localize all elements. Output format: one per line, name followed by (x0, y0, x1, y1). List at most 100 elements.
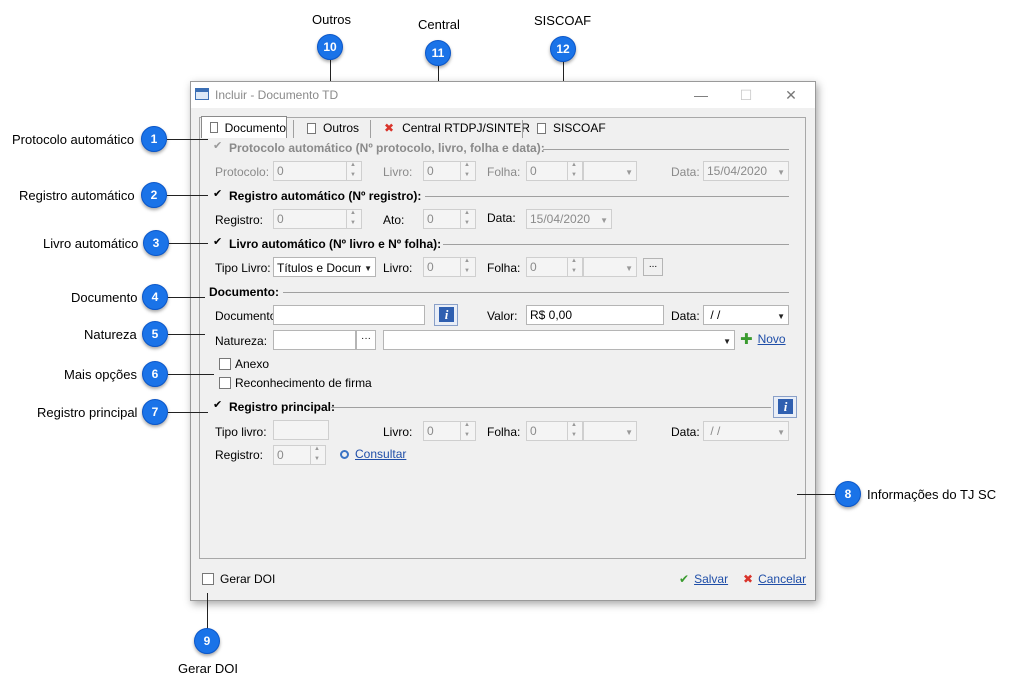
principal-livro-label: Livro: (383, 425, 413, 439)
livro-more-button[interactable]: ... (643, 258, 663, 276)
principal-registro-input[interactable]: 0 (273, 445, 311, 465)
tab-siscoaf[interactable]: SISCOAF (537, 117, 606, 139)
natureza-search-button[interactable]: ··· (356, 330, 376, 350)
protocolo-livro-label: Livro: (383, 165, 413, 179)
registro-spinner[interactable] (347, 209, 362, 229)
protocolo-section[interactable]: Protocolo automático (Nº protocolo, livr… (213, 139, 545, 155)
principal-folha-dropdown[interactable]: ▼ (583, 421, 637, 441)
livro-auto-folha-spinner[interactable] (568, 257, 583, 277)
reconhecimento-option[interactable]: Reconhecimento de firma (219, 376, 372, 390)
tipo-livro-value: Títulos e Docume (277, 261, 361, 275)
callout-label-9: Gerar DOI (178, 661, 238, 676)
principal-data-picker[interactable]: / / ▼ (703, 421, 789, 441)
ato-input[interactable]: 0 (423, 209, 461, 229)
tipo-livro-label: Tipo Livro: (215, 261, 271, 275)
documento-input[interactable] (273, 305, 425, 325)
documento-info-button[interactable]: i (434, 304, 458, 326)
protocolo-spinner[interactable] (347, 161, 362, 181)
livro-auto-checkbox[interactable] (213, 235, 225, 250)
livro-auto-section[interactable]: Livro automático (Nº livro e Nº folha): (213, 235, 441, 251)
document-icon (537, 122, 546, 134)
cancelar-button[interactable]: ✖ Cancelar (743, 572, 806, 586)
tab-outros[interactable]: Outros (307, 117, 359, 139)
tipo-livro-select[interactable]: Títulos e Docume▼ (273, 257, 376, 277)
search-icon (340, 449, 349, 459)
maximize-button[interactable]: ☐ (736, 86, 756, 104)
protocolo-data-value: 15/04/2020 (707, 164, 768, 178)
protocolo-folha-dropdown[interactable]: ▼ (583, 161, 637, 181)
tab-central-label: Central RTDPJ/SINTER (402, 121, 530, 135)
protocolo-data-picker[interactable]: 15/04/2020 ▼ (703, 161, 789, 181)
gerar-doi-checkbox[interactable] (202, 573, 214, 585)
callout-label-12: SISCOAF (534, 13, 592, 28)
registro-data-picker[interactable]: 15/04/2020 ▼ (526, 209, 612, 229)
tab-separator (293, 120, 294, 138)
consultar-button[interactable]: Consultar (340, 447, 406, 461)
registro-principal-title: Registro principal: (229, 400, 336, 414)
reconhecimento-label: Reconhecimento de firma (235, 376, 372, 390)
livro-auto-folha-dropdown[interactable]: ▼ (583, 257, 637, 277)
gerar-doi-option[interactable]: Gerar DOI (202, 572, 275, 586)
anexo-checkbox[interactable] (219, 358, 231, 370)
registro-auto-title: Registro automático (Nº registro): (229, 189, 422, 203)
livro-auto-livro-spinner[interactable] (461, 257, 476, 277)
protocolo-folha-spinner[interactable] (568, 161, 583, 181)
minimize-button[interactable]: — (691, 86, 711, 104)
protocolo-folha-input[interactable]: 0 (526, 161, 568, 181)
principal-livro-spinner[interactable] (461, 421, 476, 441)
protocolo-checkbox[interactable] (213, 139, 225, 154)
chevron-down-icon: ▼ (777, 428, 785, 437)
callout-badge-4: 4 (142, 284, 168, 310)
registro-principal-checkbox[interactable] (213, 398, 225, 413)
natureza-code-input[interactable] (273, 330, 356, 350)
callout-line-4 (168, 297, 205, 298)
registro-principal-info-button[interactable]: i (773, 396, 797, 418)
callout-line-5 (168, 334, 205, 335)
salvar-label: Salvar (694, 572, 729, 586)
protocolo-livro-spinner[interactable] (461, 161, 476, 181)
chevron-down-icon: ▼ (600, 216, 608, 225)
livro-auto-folha-input[interactable]: 0 (526, 257, 568, 277)
protocolo-folha-label: Folha: (487, 165, 521, 179)
documento-data-picker[interactable]: / / ▼ (703, 305, 789, 325)
callout-line-1 (167, 139, 208, 140)
callout-label-3: Livro automático (43, 236, 139, 251)
protocolo-title: Protocolo automático (Nº protocolo, livr… (229, 141, 545, 155)
livro-auto-livro-input[interactable]: 0 (423, 257, 461, 277)
registro-principal-section[interactable]: Registro principal: (213, 398, 336, 414)
document-icon (210, 122, 218, 133)
salvar-button[interactable]: ✔ Salvar (679, 572, 728, 586)
tab-documento[interactable]: Documento (201, 116, 287, 138)
principal-registro-spinner[interactable] (311, 445, 326, 465)
reconhecimento-checkbox[interactable] (219, 377, 231, 389)
tipo-livro-principal-input[interactable] (273, 420, 329, 440)
dialog-window: Incluir - Documento TD — ☐ ✕ Documento O… (190, 81, 816, 601)
callout-badge-10: 10 (317, 34, 343, 60)
registro-input[interactable]: 0 (273, 209, 347, 229)
callout-label-2: Registro automático (19, 188, 135, 203)
callout-badge-1: 1 (141, 126, 167, 152)
callout-label-7: Registro principal (37, 405, 138, 420)
novo-label: Novo (757, 332, 786, 346)
tab-central[interactable]: ✖ Central RTDPJ/SINTER (384, 117, 530, 139)
registro-data-label: Data: (487, 211, 516, 225)
registro-auto-section[interactable]: Registro automático (Nº registro): (213, 187, 422, 203)
natureza-select[interactable]: ▼ (383, 330, 735, 350)
ato-spinner[interactable] (461, 209, 476, 229)
protocolo-label: Protocolo: (215, 165, 270, 179)
close-button[interactable]: ✕ (781, 86, 801, 104)
valor-input[interactable]: R$ 0,00 (526, 305, 664, 325)
callout-line-2 (167, 195, 208, 196)
principal-folha-input[interactable]: 0 (526, 421, 568, 441)
principal-folha-spinner[interactable] (568, 421, 583, 441)
protocolo-input[interactable]: 0 (273, 161, 347, 181)
novo-button[interactable]: ✚ Novo (740, 330, 786, 348)
principal-livro-input[interactable]: 0 (423, 421, 461, 441)
protocolo-livro-input[interactable]: 0 (423, 161, 461, 181)
chevron-down-icon: ▼ (777, 312, 785, 321)
divider (443, 244, 789, 245)
document-icon (307, 122, 316, 134)
registro-auto-checkbox[interactable] (213, 187, 225, 202)
anexo-option[interactable]: Anexo (219, 357, 269, 371)
chevron-down-icon: ▼ (723, 337, 731, 346)
